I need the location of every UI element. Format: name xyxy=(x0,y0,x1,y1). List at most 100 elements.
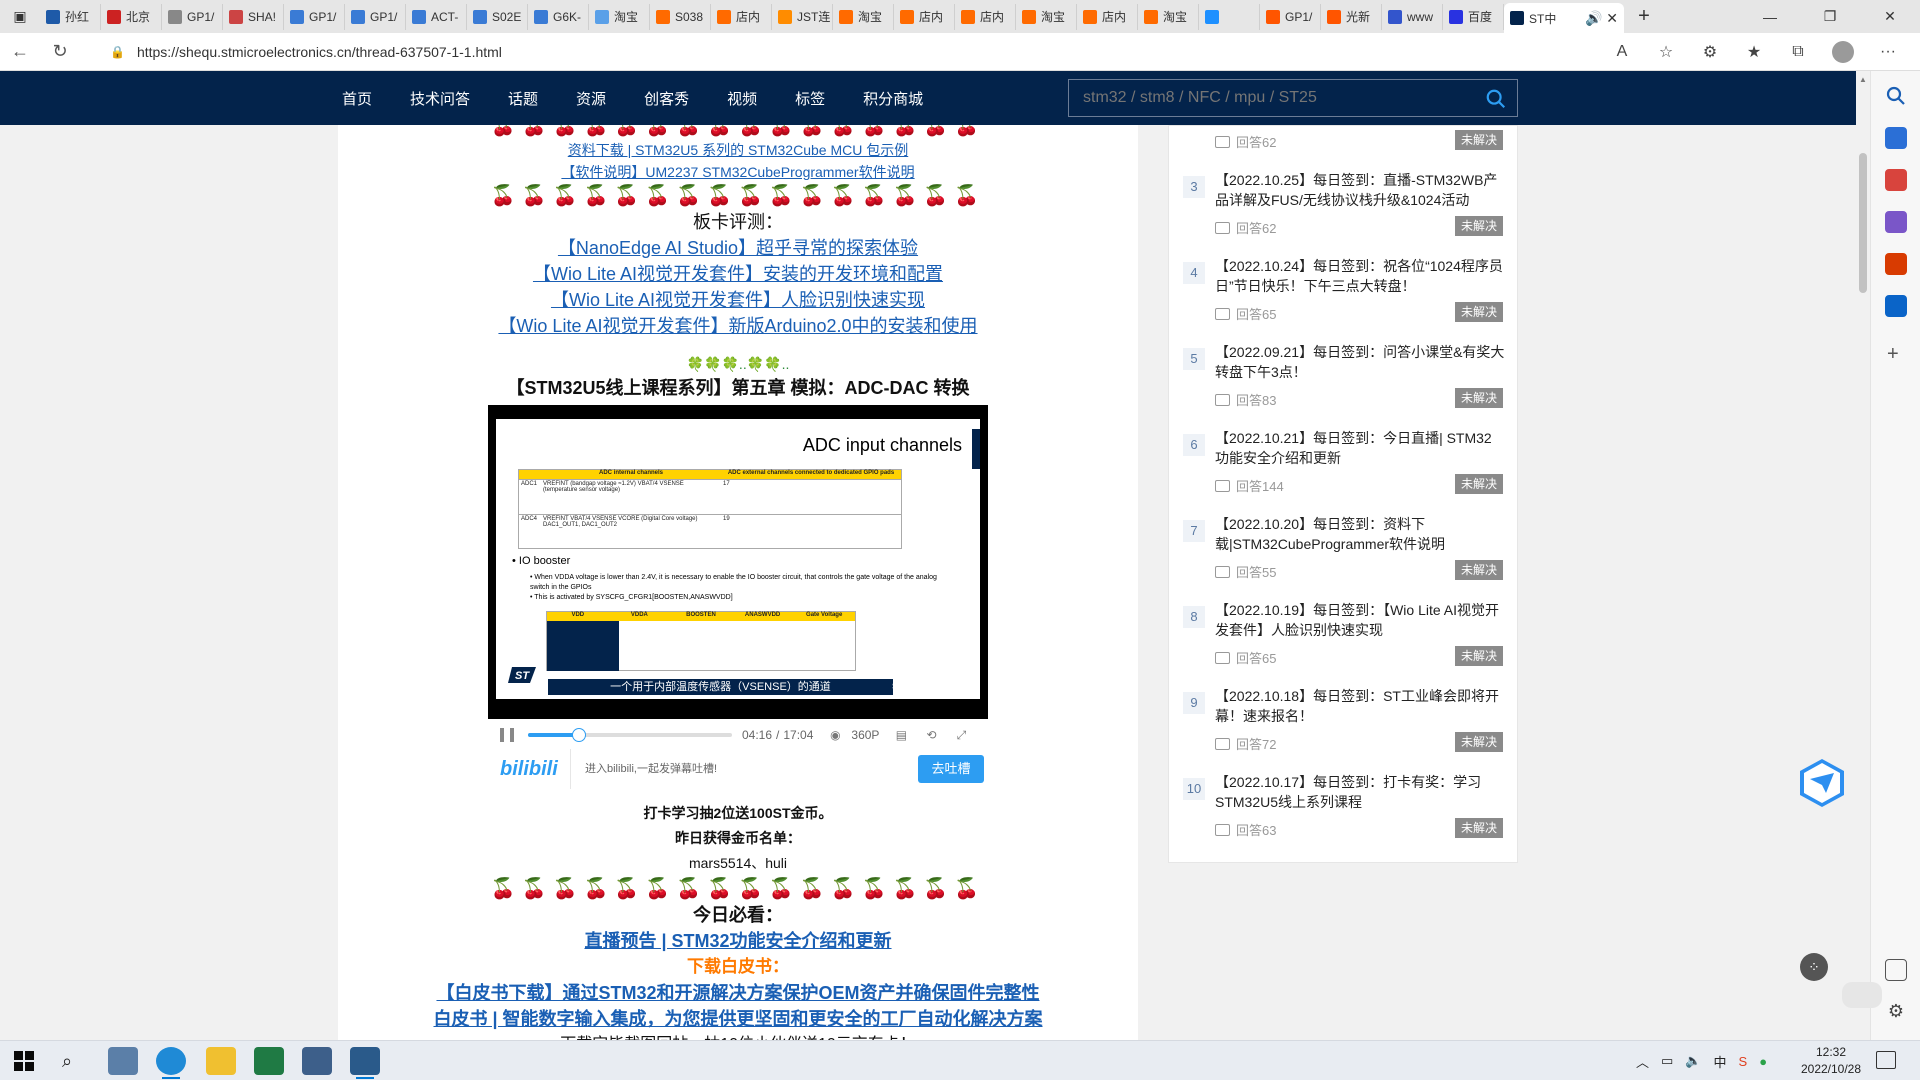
browser-tab[interactable]: GP1/ xyxy=(345,3,406,30)
browser-tab[interactable] xyxy=(1199,3,1260,30)
ime-indicator[interactable]: 中 xyxy=(1714,1052,1727,1071)
windows-start-icon[interactable] xyxy=(14,1051,34,1071)
page-scrollbar[interactable]: ▲ xyxy=(1856,71,1870,1040)
question-title[interactable]: 【2022.10.24】每日签到：祝各位“1024程序员日”节日快乐！下午三点大… xyxy=(1215,256,1505,296)
scroll-up-icon[interactable]: ▲ xyxy=(1859,75,1867,84)
browser-tab[interactable]: G6K- xyxy=(528,3,589,30)
question-title[interactable]: 【2022.10.19】每日签到：【Wio Lite AI视觉开发套件】人脸识别… xyxy=(1215,600,1505,640)
extensions-icon[interactable]: ⚙ xyxy=(1688,42,1732,62)
review-link-1[interactable]: 【NanoEdge AI Studio】超乎寻常的探索体验 xyxy=(558,238,918,258)
shopping-icon[interactable] xyxy=(1885,127,1907,149)
browser-tab[interactable]: 百度 xyxy=(1443,3,1504,30)
profile-avatar[interactable] xyxy=(1832,41,1854,63)
read-aloud-icon[interactable]: A xyxy=(1600,43,1644,61)
bilibili-logo[interactable]: bilibili xyxy=(500,758,570,781)
minimize-icon[interactable]: — xyxy=(1740,0,1800,33)
nav-item[interactable]: 话题 xyxy=(508,88,538,109)
collections-icon[interactable]: ⧉ xyxy=(1776,43,1820,61)
more-icon[interactable]: ··· xyxy=(1866,43,1910,61)
excel-icon[interactable] xyxy=(254,1047,284,1075)
bird-badge-icon[interactable] xyxy=(1796,757,1848,809)
volume-icon[interactable]: ◉ xyxy=(827,728,843,742)
taskbar-search-icon[interactable]: ⌕ xyxy=(62,1051,72,1072)
nav-item[interactable]: 首页 xyxy=(342,88,372,109)
nav-item[interactable]: 标签 xyxy=(795,88,825,109)
today-link[interactable]: 直播预告 | STM32功能安全介绍和更新 xyxy=(584,931,891,951)
browser-tab[interactable]: 北京 xyxy=(101,3,162,30)
question-item[interactable]: 9 【2022.10.18】每日签到：ST工业峰会即将开幕！速来报名！ 回答72 未解… xyxy=(1183,678,1503,764)
nav-item[interactable]: 创客秀 xyxy=(644,88,689,109)
scroll-thumb[interactable] xyxy=(1859,153,1867,293)
sidebar-layout-icon[interactable] xyxy=(1885,959,1907,981)
danmaku-input[interactable]: 进入bilibili,一起发弹幕吐槽! xyxy=(570,749,918,789)
nav-item[interactable]: 视频 xyxy=(727,88,757,109)
review-link-4[interactable]: 【Wio Lite AI视觉开发套件】新版Arduino2.0中的安装和使用 xyxy=(498,316,977,336)
question-item[interactable]: 7 【2022.10.20】每日签到：资料下载|STM32CubeProgramm… xyxy=(1183,506,1503,592)
tab-close-icon[interactable]: 🔊 ✕ xyxy=(1585,10,1618,27)
tools-icon[interactable] xyxy=(1885,169,1907,191)
browser-tab[interactable]: S038 xyxy=(650,3,711,30)
search-icon[interactable] xyxy=(1485,88,1507,110)
flash-tool-icon[interactable] xyxy=(350,1047,380,1079)
tray-chevron-icon[interactable]: ︿ xyxy=(1636,1052,1649,1071)
browser-tab[interactable]: GP1/ xyxy=(1260,3,1321,30)
back-icon[interactable]: ← xyxy=(0,41,40,62)
green-status-icon[interactable]: ● xyxy=(1759,1054,1767,1069)
question-item[interactable]: 回答62 未解决 xyxy=(1183,125,1503,162)
system-clock[interactable]: 12:32 2022/10/28 xyxy=(1796,1044,1866,1078)
fullscreen-icon[interactable]: ⤢ xyxy=(953,728,969,742)
browser-tab[interactable]: ACT- xyxy=(406,3,467,30)
games-icon[interactable] xyxy=(1885,211,1907,233)
browser-tab[interactable]: 店内 xyxy=(955,3,1016,30)
question-item[interactable]: 5 【2022.09.21】每日签到：问答小课堂&有奖大转盘下午3点！ 回答83 未解… xyxy=(1183,334,1505,420)
url-field[interactable]: 🔒 https://shequ.stmicroelectronics.cn/th… xyxy=(110,38,1660,66)
question-title[interactable]: 【2022.10.21】每日签到：今日直播| STM32功能安全介绍和更新 xyxy=(1215,428,1505,468)
browser-tab[interactable]: GP1/ xyxy=(162,3,223,30)
link-u5-cube[interactable]: 资料下载 | STM32U5 系列的 STM32Cube MCU 包示例 xyxy=(568,142,908,158)
video-progress-handle[interactable] xyxy=(572,728,586,742)
nav-item[interactable]: 资源 xyxy=(576,88,606,109)
network-icon[interactable]: ▭ xyxy=(1661,1053,1673,1069)
question-item[interactable]: 8 【2022.10.19】每日签到：【Wio Lite AI视觉开发套件】人脸识… xyxy=(1183,592,1503,678)
video-progress-bar[interactable] xyxy=(528,728,732,742)
browser-tab[interactable]: JST连 xyxy=(772,3,833,30)
favorites-icon[interactable]: ★ xyxy=(1732,42,1776,62)
whitepaper-link-1[interactable]: 【白皮书下载】通过STM32和开源解决方案保护OEM资产并确保固件完整性 xyxy=(436,983,1039,1003)
question-item[interactable]: 3 【2022.10.25】每日签到：直播-STM32WB产品详解及FUS/无线协… xyxy=(1183,162,1503,248)
browser-tab[interactable]: 店内 xyxy=(711,3,772,30)
danmaku-send-button[interactable]: 去吐槽 xyxy=(918,755,984,783)
question-item[interactable]: 6 【2022.10.21】每日签到：今日直播| STM32功能安全介绍和更新 回答… xyxy=(1183,420,1503,506)
notification-icon[interactable] xyxy=(1876,1051,1896,1069)
search-input[interactable] xyxy=(1069,89,1469,107)
close-window-icon[interactable]: ✕ xyxy=(1860,0,1920,33)
browser-tab[interactable]: 淘宝 xyxy=(1138,3,1199,30)
nav-item[interactable]: 积分商城 xyxy=(863,88,923,109)
sogou-icon[interactable]: S xyxy=(1739,1054,1748,1069)
apps-grid-icon[interactable]: ⁘ xyxy=(1800,953,1828,981)
review-link-2[interactable]: 【Wio Lite AI视觉开发套件】安装的开发环境和配置 xyxy=(533,264,943,284)
settings-gear-icon[interactable]: ⚙ xyxy=(1885,1001,1907,1023)
outlook-icon[interactable] xyxy=(1885,295,1907,317)
browser-tab[interactable]: 光新 xyxy=(1321,3,1382,30)
new-tab-button[interactable]: + xyxy=(1624,5,1664,28)
search-icon[interactable] xyxy=(1885,85,1907,107)
loop-icon[interactable]: ⟲ xyxy=(923,728,939,742)
3d-app-icon[interactable] xyxy=(302,1047,332,1075)
question-title[interactable]: 【2022.10.17】每日签到：打卡有奖：学习STM32U5线上系列课程 xyxy=(1215,772,1505,812)
browser-tab[interactable]: 淘宝 xyxy=(589,3,650,30)
whitepaper-link-2[interactable]: 白皮书 | 智能数字输入集成，为您提供更坚固和更安全的工厂自动化解决方案 xyxy=(433,1009,1042,1029)
question-title[interactable]: 【2022.09.21】每日签到：问答小课堂&有奖大转盘下午3点！ xyxy=(1215,342,1505,382)
browser-tab[interactable]: 店内 xyxy=(894,3,955,30)
question-item[interactable]: 4 【2022.10.24】每日签到：祝各位“1024程序员日”节日快乐！下午三点… xyxy=(1183,248,1503,334)
tab-active[interactable]: ST中 🔊 ✕ xyxy=(1504,3,1624,33)
browser-tab[interactable]: S02E xyxy=(467,3,528,30)
refresh-icon[interactable]: ↻ xyxy=(40,41,80,62)
review-link-3[interactable]: 【Wio Lite AI视觉开发套件】人脸识别快速实现 xyxy=(551,290,925,310)
question-title[interactable]: 【2022.10.20】每日签到：资料下载|STM32CubeProgramme… xyxy=(1215,514,1505,554)
add-sidebar-icon[interactable]: + xyxy=(1887,343,1899,366)
calculator-icon[interactable] xyxy=(108,1047,138,1075)
link-um2237[interactable]: 【软件说明】UM2237 STM32CubeProgrammer软件说明 xyxy=(561,164,914,180)
pause-icon[interactable] xyxy=(500,728,514,742)
browser-tab[interactable]: 孙红 xyxy=(40,3,101,30)
favorite-add-icon[interactable]: ☆ xyxy=(1644,42,1688,62)
